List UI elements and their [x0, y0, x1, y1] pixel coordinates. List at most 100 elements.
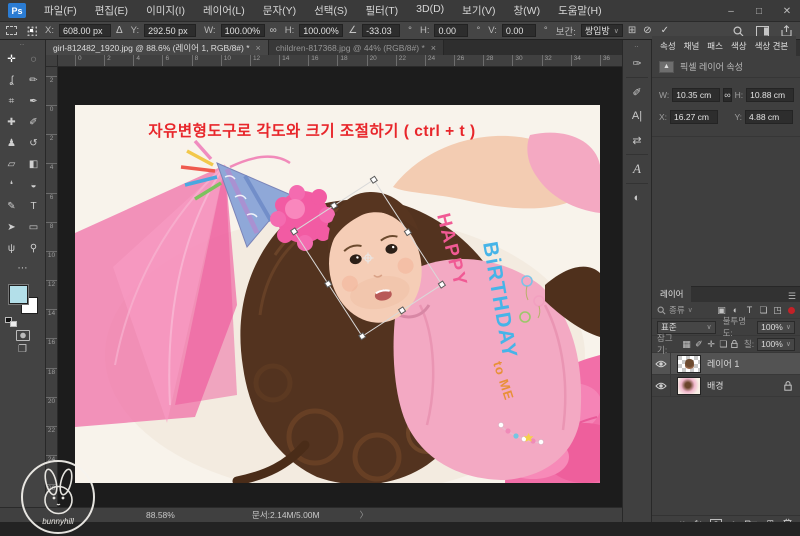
menu-item[interactable]: 창(W): [505, 0, 550, 21]
default-colors-icon[interactable]: [5, 317, 17, 327]
foreground-color-swatch[interactable]: [7, 284, 29, 305]
menu-item[interactable]: 문자(Y): [254, 0, 305, 21]
menu-item[interactable]: 레이어(L): [194, 0, 254, 21]
path-select-tool-icon[interactable]: ➤: [1, 217, 23, 238]
menu-item[interactable]: 파일(F): [35, 0, 86, 21]
blur-tool-icon[interactable]: ❛: [1, 175, 23, 196]
hand-tool-icon[interactable]: ψ: [1, 238, 23, 259]
brush-settings-panel-icon[interactable]: ✑: [625, 51, 649, 75]
menu-item[interactable]: 보기(V): [453, 0, 504, 21]
commit-transform-icon[interactable]: ✓: [659, 25, 671, 36]
fill-input[interactable]: 100% ∨: [757, 337, 795, 351]
angle-input[interactable]: [362, 24, 401, 37]
menu-item[interactable]: 도움말(H): [549, 0, 611, 21]
paragraph-panel-icon[interactable]: ⇄: [625, 128, 649, 152]
quick-mask-icon[interactable]: [15, 330, 30, 341]
maintain-aspect-icon[interactable]: ∞: [270, 25, 277, 36]
lock-position-icon[interactable]: ✛: [707, 339, 716, 350]
panel-tab[interactable]: 패스: [703, 38, 727, 54]
lock-transparency-icon[interactable]: ▦: [682, 339, 691, 350]
zoom-level[interactable]: 88.58%: [146, 510, 206, 520]
clone-stamp-tool-icon[interactable]: ♟: [1, 133, 23, 154]
filter-smart-objects-icon[interactable]: ◳: [772, 305, 783, 316]
shape-tool-icon[interactable]: ▭: [23, 217, 45, 238]
h-skew-input[interactable]: [434, 24, 469, 37]
horizontal-ruler[interactable]: 0 2 4 6 8 10 12 14 16 18 20 22 24 26 28 30 32 34 36: [58, 55, 622, 67]
brush-tool-icon[interactable]: ✐: [23, 112, 45, 133]
lock-pixels-icon[interactable]: ✐: [694, 339, 703, 350]
x-input[interactable]: [58, 24, 111, 37]
y-input[interactable]: [144, 24, 197, 37]
prop-y-input[interactable]: [745, 110, 793, 124]
visibility-toggle[interactable]: [652, 375, 671, 396]
link-dimensions-icon[interactable]: ∞: [723, 88, 732, 102]
move-tool-icon[interactable]: ✛: [1, 49, 23, 70]
panel-menu-icon[interactable]: ☰: [796, 41, 800, 56]
crop-tool-icon[interactable]: ⌗: [1, 91, 23, 112]
eraser-tool-icon[interactable]: ▱: [1, 154, 23, 175]
panel-tab[interactable]: 색상: [727, 38, 751, 54]
close-button[interactable]: ✕: [780, 6, 794, 17]
pen-tool-icon[interactable]: ✎: [1, 196, 23, 217]
layer-thumbnail[interactable]: [677, 376, 701, 395]
opacity-input[interactable]: 100% ∨: [757, 320, 795, 334]
minimize-button[interactable]: –: [724, 6, 738, 17]
menu-item[interactable]: 3D(D): [407, 0, 453, 21]
document-tab-active[interactable]: girl-812482_1920.jpg @ 88.6% (레이어 1, RGB…: [46, 40, 269, 55]
v-skew-input[interactable]: [501, 24, 536, 37]
interpolation-select[interactable]: 쌍입방 ∨: [580, 24, 623, 37]
photo-girl-birthday[interactable]: HAPPY BiRTHDAY to ME 자유변형도구로 각도와 크기 조절하기…: [75, 105, 600, 483]
vertical-ruler[interactable]: 2 0 2 4 6 8 10 12 14 16 18 20 22 24 26: [46, 67, 58, 507]
visibility-toggle[interactable]: [652, 353, 671, 374]
layer-row-background[interactable]: 배경: [652, 375, 800, 397]
panel-tab[interactable]: 채널: [680, 38, 704, 54]
zoom-tool-icon[interactable]: ⚲: [23, 238, 45, 259]
filter-pixel-layers-icon[interactable]: ▣: [716, 305, 727, 316]
color-swatches[interactable]: [7, 284, 38, 314]
layer-name[interactable]: 레이어 1: [707, 357, 739, 370]
edit-toolbar-icon[interactable]: ⋯: [18, 263, 28, 279]
layer-row-layer1[interactable]: 레이어 1: [652, 353, 800, 375]
lock-artboard-icon[interactable]: ❑: [719, 339, 728, 350]
filter-adjustment-layers-icon[interactable]: ◐: [730, 305, 741, 315]
maximize-button[interactable]: □: [752, 6, 766, 17]
filter-shape-layers-icon[interactable]: ❏: [758, 305, 769, 316]
height-input[interactable]: [299, 24, 344, 37]
prop-height-input[interactable]: [746, 88, 795, 102]
background-lock-icon[interactable]: [784, 380, 792, 391]
layer-filter-label[interactable]: 종류: [669, 304, 685, 316]
prop-x-input[interactable]: [670, 110, 719, 124]
dodge-tool-icon[interactable]: ◒: [23, 175, 45, 196]
gradient-tool-icon[interactable]: ◧: [23, 154, 45, 175]
status-chevron-icon[interactable]: 〉: [360, 509, 369, 521]
filter-type-layers-icon[interactable]: T: [744, 305, 755, 315]
delta-icon[interactable]: Δ: [116, 25, 123, 36]
brushes-panel-icon[interactable]: ✐: [625, 80, 649, 104]
panel-tab[interactable]: 속성: [656, 38, 680, 54]
menu-item[interactable]: 필터(T): [356, 0, 407, 21]
document-tab-inactive[interactable]: children-817368.jpg @ 44% (RGB/8#) * ×: [268, 40, 445, 55]
character-styles-panel-icon[interactable]: A: [625, 157, 649, 181]
pasteboard[interactable]: HAPPY BiRTHDAY to ME 자유변형도구로 각도와 크기 조절하기…: [58, 67, 622, 507]
menu-item[interactable]: 편집(E): [86, 0, 137, 21]
layer-name[interactable]: 배경: [707, 379, 724, 392]
adjustments-panel-icon[interactable]: ◐: [625, 186, 649, 210]
prop-width-input[interactable]: [672, 88, 721, 102]
quick-selection-tool-icon[interactable]: ✏: [23, 70, 45, 91]
toolbar-grip[interactable]: ‥: [0, 40, 45, 49]
lock-all-icon[interactable]: [731, 339, 738, 349]
reference-point-locator[interactable]: [26, 25, 37, 36]
workspace-switcher-icon[interactable]: [756, 25, 769, 37]
character-panel-icon[interactable]: A|: [625, 104, 649, 128]
warp-mode-icon[interactable]: ⊞: [628, 25, 636, 36]
marquee-tool-icon[interactable]: ◌: [23, 49, 45, 70]
document-canvas[interactable]: HAPPY BiRTHDAY to ME 자유변형도구로 각도와 크기 조절하기…: [75, 105, 600, 483]
history-brush-tool-icon[interactable]: ↺: [23, 133, 45, 154]
tab-close-icon[interactable]: ×: [431, 43, 436, 53]
layers-tab[interactable]: 레이어: [652, 286, 692, 302]
menu-item[interactable]: 이미지(I): [137, 0, 194, 21]
search-icon[interactable]: [733, 25, 744, 37]
cancel-transform-icon[interactable]: ⊘: [641, 25, 653, 36]
dock-grip[interactable]: ‥: [623, 42, 651, 51]
panel-tab[interactable]: 색상 견본: [751, 38, 793, 54]
